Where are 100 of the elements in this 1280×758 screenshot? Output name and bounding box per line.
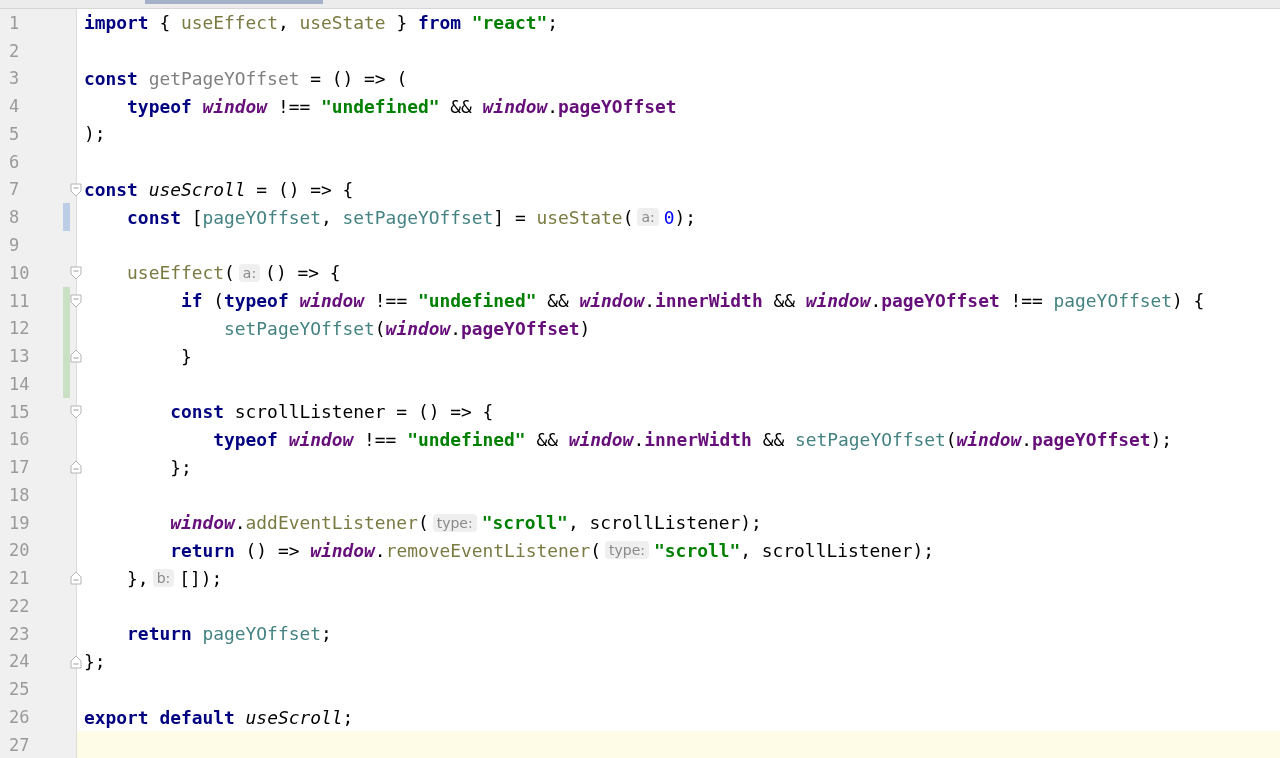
- code-token: ;: [321, 623, 332, 645]
- code-token: );: [84, 123, 106, 145]
- code-token: pageYOffset: [461, 317, 580, 339]
- code-token: &&: [546, 290, 569, 312]
- change-marker[interactable]: [63, 203, 70, 232]
- code-token: {: [158, 12, 171, 34]
- code-token: .: [633, 428, 645, 450]
- code-token: );: [674, 206, 697, 228]
- code-token: }: [179, 345, 192, 367]
- code-token: getPageYOffset: [147, 67, 300, 89]
- code-token: addEventListener: [245, 512, 418, 534]
- code-token: export: [84, 706, 149, 728]
- code-token: 0: [663, 206, 675, 228]
- parameter-hint: type:: [432, 513, 477, 532]
- code-token: "scroll": [654, 539, 741, 561]
- code-token: &&: [449, 95, 472, 117]
- code-token: useEffect: [126, 262, 225, 284]
- code-token: };: [84, 651, 106, 672]
- code-token: if: [179, 290, 203, 312]
- line-number: 27: [8, 734, 31, 755]
- code-token: !==: [276, 95, 311, 117]
- code-token: window: [956, 428, 1022, 450]
- code-token: window: [567, 428, 634, 450]
- code-token: useScroll: [244, 706, 343, 728]
- code-token: , scrollListener);: [740, 539, 935, 561]
- code-token: !==: [373, 290, 408, 312]
- code-token: useEffect: [179, 12, 278, 34]
- line-number: 24: [8, 651, 31, 672]
- line-number: 13: [8, 346, 31, 367]
- code-token: .: [644, 290, 655, 312]
- code-token: .: [547, 95, 558, 117]
- code-token: };: [169, 456, 192, 478]
- code-token: setPageYOffset: [341, 206, 494, 228]
- code-token: !==: [1009, 290, 1043, 312]
- code-token: (: [417, 512, 429, 534]
- code-token: ): [579, 317, 591, 339]
- line-number: 10: [8, 262, 31, 283]
- code-token: useState: [535, 206, 623, 228]
- parameter-hint: a:: [238, 263, 261, 282]
- code-token: (: [945, 428, 957, 450]
- line-number: 26: [8, 707, 31, 727]
- code-token: .: [1021, 428, 1032, 450]
- code-token: }: [395, 12, 408, 34]
- code-token: "react": [470, 12, 548, 34]
- code-token: (: [224, 262, 235, 284]
- code-token: useState: [298, 12, 386, 34]
- code-token: (: [374, 317, 386, 339]
- line-number: 1: [8, 12, 21, 33]
- fold-marker-icon[interactable]: [70, 654, 82, 669]
- code-token: window: [287, 428, 354, 450]
- line-number: 8: [8, 207, 21, 228]
- fold-marker-icon[interactable]: [70, 182, 82, 197]
- code-token: window: [201, 95, 268, 117]
- code-token: window: [298, 290, 365, 312]
- code-token: setPageYOffset: [794, 428, 946, 450]
- code-token: typeof: [126, 95, 192, 117]
- code-token: &&: [772, 290, 795, 312]
- line-number: 25: [8, 679, 31, 700]
- fold-marker-icon[interactable]: [70, 265, 82, 280]
- line-number: 7: [8, 179, 21, 200]
- fold-marker-icon[interactable]: [70, 571, 82, 586]
- line-number: 16: [8, 429, 31, 450]
- line-number: 19: [8, 512, 31, 533]
- code-token: scrollListener = () => {: [233, 401, 494, 423]
- change-marker[interactable]: [63, 286, 70, 315]
- code-token: pageYOffset: [201, 623, 321, 645]
- code-token: .: [450, 317, 462, 339]
- line-number: 17: [8, 457, 31, 478]
- code-token: const: [169, 401, 225, 423]
- fold-marker-icon[interactable]: [70, 293, 82, 308]
- parameter-hint: type:: [605, 541, 650, 560]
- line-number: 4: [8, 96, 21, 117]
- line-number: 9: [8, 235, 21, 255]
- code-token: return: [126, 623, 192, 645]
- code-token: window: [481, 95, 548, 117]
- code-token: ,: [277, 12, 289, 34]
- code-token: pageYOffset: [1032, 428, 1151, 450]
- code-token: useScroll: [147, 178, 246, 200]
- code-token: "undefined": [320, 95, 440, 117]
- code-token: default: [158, 706, 235, 728]
- code-token: &&: [535, 428, 558, 450]
- code-token: pageYOffset: [1052, 290, 1173, 312]
- fold-marker-icon[interactable]: [70, 404, 82, 419]
- code-token: removeEventListener: [385, 539, 591, 561]
- change-marker[interactable]: [63, 369, 70, 398]
- fold-marker-icon[interactable]: [70, 349, 82, 364]
- line-number: 3: [8, 68, 21, 89]
- code-token: []);: [179, 567, 223, 589]
- line-number: 15: [8, 401, 31, 422]
- code-token: pageYOffset: [558, 95, 677, 117]
- code-token: pageYOffset: [881, 290, 1000, 312]
- code-token: () =>: [244, 539, 300, 561]
- parameter-hint: a:: [637, 208, 659, 227]
- fold-marker-icon[interactable]: [70, 460, 82, 475]
- code-token: from: [416, 12, 462, 34]
- code-token: "scroll": [481, 512, 568, 534]
- code-token: (: [590, 539, 602, 561]
- code-token: "undefined": [416, 290, 537, 312]
- code-token: "undefined": [406, 428, 526, 450]
- line-number: 20: [8, 540, 31, 561]
